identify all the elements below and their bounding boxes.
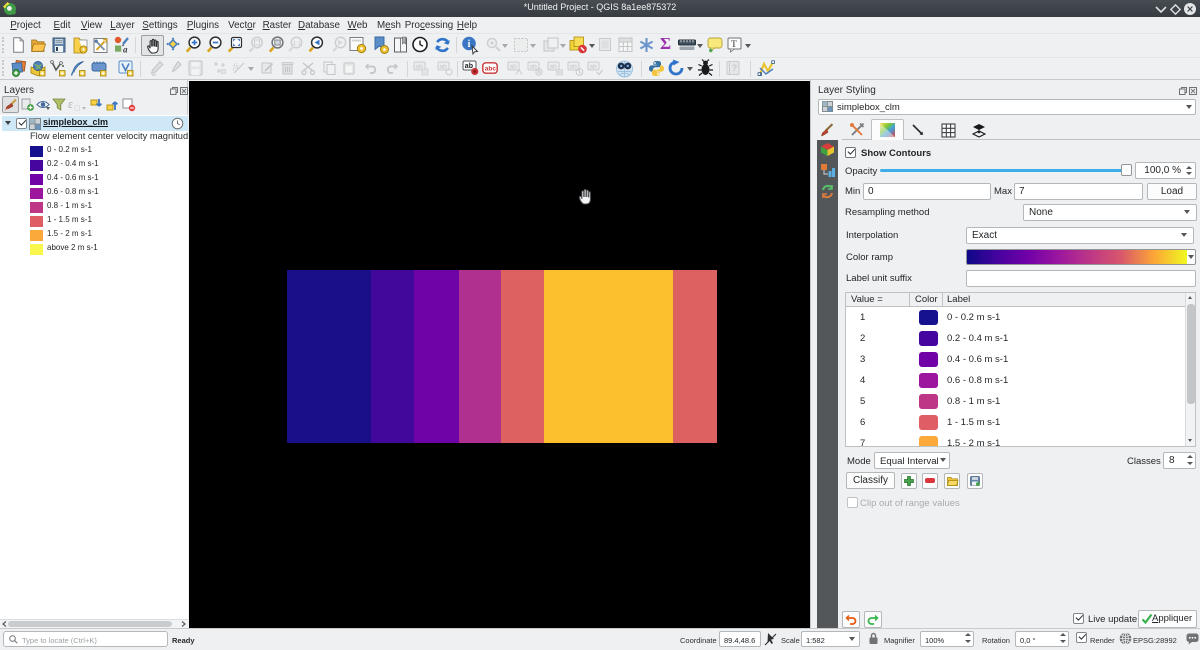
- svg-text:ab: ab: [510, 64, 518, 71]
- svg-text:ab: ab: [550, 64, 558, 71]
- svg-text:ab: ab: [440, 64, 448, 71]
- svg-text:1:1: 1:1: [293, 41, 301, 47]
- svg-text:abc: abc: [485, 66, 497, 73]
- svg-text:ab: ab: [530, 64, 538, 71]
- svg-text:ab: ab: [590, 64, 598, 71]
- svg-text:T: T: [731, 40, 737, 50]
- svg-text:ab: ab: [465, 63, 473, 70]
- svg-text:i: i: [468, 39, 471, 50]
- svg-text:?: ?: [732, 63, 738, 73]
- svg-text:ab: ab: [570, 64, 578, 71]
- svg-text:fx: fx: [233, 62, 239, 71]
- svg-text:a: a: [123, 45, 128, 55]
